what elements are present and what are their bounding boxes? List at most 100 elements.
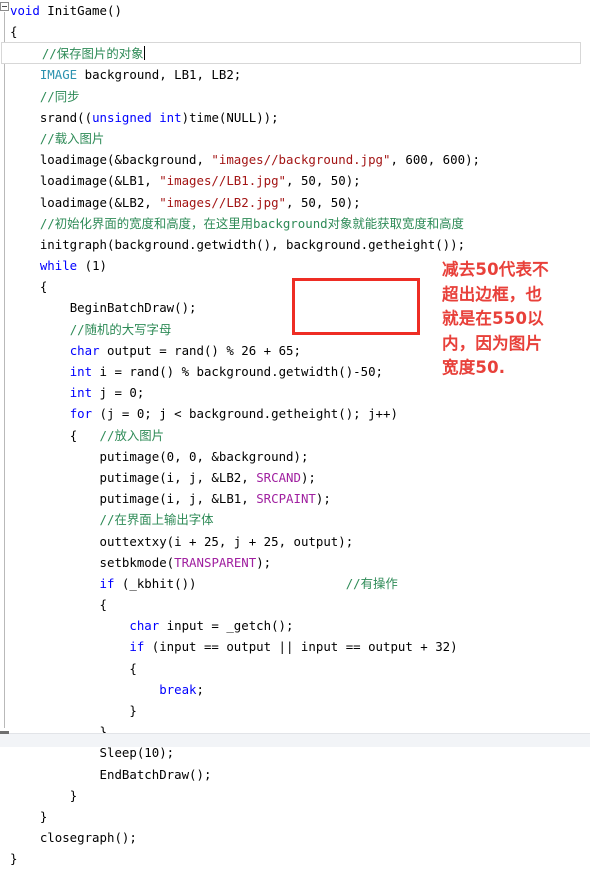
code-token-macro: SRCAND: [256, 469, 301, 485]
code-token-plain: setbkmode(: [99, 554, 175, 570]
code-line[interactable]: {: [0, 21, 590, 42]
code-line[interactable]: EndBatchDraw();: [0, 764, 590, 785]
code-token-plain: putimage(i, j, &LB2,: [99, 469, 257, 485]
code-token-plain: ;: [196, 681, 204, 697]
code-line[interactable]: if (input == output || input == output +…: [0, 636, 590, 657]
code-token-plain: }: [69, 787, 78, 803]
code-token-kw: if: [99, 575, 115, 591]
code-line[interactable]: putimage(i, j, &LB2, SRCAND);: [0, 467, 590, 488]
code-token-plain: loadimage(&background,: [39, 152, 212, 168]
code-token-plain: loadimage(&LB1,: [39, 173, 160, 189]
code-token-cmt: //在界面上输出字体: [99, 512, 214, 528]
code-line[interactable]: loadimage(&LB2, "images//LB2.jpg", 50, 5…: [0, 192, 590, 213]
code-token-kw: char: [129, 618, 160, 634]
code-line[interactable]: loadimage(&background, "images//backgrou…: [0, 149, 590, 170]
code-line[interactable]: //在界面上输出字体: [0, 509, 590, 530]
code-line[interactable]: //同步: [0, 86, 590, 107]
code-token-plain: {: [39, 279, 48, 295]
code-token-plain: putimage(i, j, &LB1,: [99, 491, 257, 507]
code-token-kw: if: [129, 639, 145, 655]
code-token-kw: while: [39, 258, 78, 274]
code-line[interactable]: {: [0, 658, 590, 679]
code-line[interactable]: { //放入图片: [0, 425, 590, 446]
code-token-plain: input = _getch();: [159, 618, 294, 634]
code-token-str: "images//background.jpg": [211, 152, 391, 168]
code-token-plain: putimage(0, 0, &background);: [99, 448, 309, 464]
code-line[interactable]: putimage(i, j, &LB1, SRCPAINT);: [0, 488, 590, 509]
code-token-plain: EndBatchDraw();: [99, 766, 212, 782]
code-token-kw: int: [69, 385, 93, 401]
code-token-kw: char: [69, 342, 100, 358]
code-line[interactable]: }: [0, 848, 590, 869]
horizontal-scrollbar[interactable]: [0, 731, 590, 747]
code-line-current[interactable]: //保存图片的对象: [1, 42, 581, 65]
code-token-plain: outtextxy(i + 25, j + 25, output);: [99, 533, 354, 549]
code-line[interactable]: setbkmode(TRANSPARENT);: [0, 552, 590, 573]
code-token-plain: , 600, 600);: [390, 152, 480, 168]
code-token-plain: j = 0;: [92, 385, 145, 401]
code-editor[interactable]: void InitGame() { //保存图片的对象 IMAGE backgro…: [0, 0, 590, 866]
code-line[interactable]: break;: [0, 679, 590, 700]
code-line[interactable]: }: [0, 785, 590, 806]
scrollbar-corner: [0, 731, 9, 734]
code-token-plain: {: [129, 660, 137, 676]
code-token-plain: , 50, 50);: [286, 194, 361, 210]
code-token-plain: {: [99, 597, 107, 613]
code-line[interactable]: {: [0, 594, 590, 615]
code-token-plain: (input == output || input == output + 32…: [144, 639, 458, 655]
code-line[interactable]: loadimage(&LB1, "images//LB1.jpg", 50, 5…: [0, 170, 590, 191]
code-line[interactable]: if (_kbhit()) //有操作: [0, 573, 590, 594]
code-line[interactable]: char input = _getch();: [0, 615, 590, 636]
code-line[interactable]: srand((unsigned int)time(NULL));: [0, 107, 590, 128]
code-token-macro: SRCPAINT: [256, 491, 316, 507]
code-token-plain: (_kbhit()): [114, 575, 197, 591]
code-line[interactable]: initgraph(background.getwidth(), backgro…: [0, 234, 590, 255]
code-token-kw: int: [159, 109, 182, 125]
code-line[interactable]: }: [0, 806, 590, 827]
code-line[interactable]: closegraph();: [0, 827, 590, 848]
code-line[interactable]: }: [0, 700, 590, 721]
code-token-cmt: //放入图片: [99, 427, 165, 443]
code-token-kw: int: [69, 364, 93, 379]
code-line[interactable]: IMAGE background, LB1, LB2;: [0, 64, 590, 85]
code-line[interactable]: outtextxy(i + 25, j + 25, output);: [0, 531, 590, 552]
code-line[interactable]: putimage(0, 0, &background);: [0, 446, 590, 467]
code-token-plain: {: [69, 427, 100, 443]
code-token-plain: loadimage(&LB2,: [39, 194, 160, 210]
code-line[interactable]: //载入图片: [0, 128, 590, 149]
code-line[interactable]: void InitGame(): [0, 0, 590, 21]
red-annotation-note: 减去50代表不 超出边框，也 就是在550以 内，因为图片 宽度50.: [442, 260, 549, 377]
code-token-plain: , 50, 50);: [286, 173, 361, 189]
code-token-plain: BeginBatchDraw();: [69, 300, 197, 316]
code-token-cmt: //有操作: [345, 575, 398, 591]
red-highlight-rectangle: [292, 278, 420, 335]
code-line[interactable]: //初始化界面的宽度和高度，在这里用background对象就能获取宽度和高度: [0, 213, 590, 234]
code-token-str: "images//LB2.jpg": [159, 194, 287, 210]
code-token-plain: output = rand() % 26 + 65;: [99, 342, 301, 358]
code-line[interactable]: for (j = 0; j < background.getheight(); …: [0, 403, 590, 424]
code-token-plain: (j = 0; j < background.getheight(); j++): [92, 406, 398, 422]
code-token-kw: for: [69, 406, 93, 422]
code-line[interactable]: int j = 0;: [0, 382, 590, 403]
